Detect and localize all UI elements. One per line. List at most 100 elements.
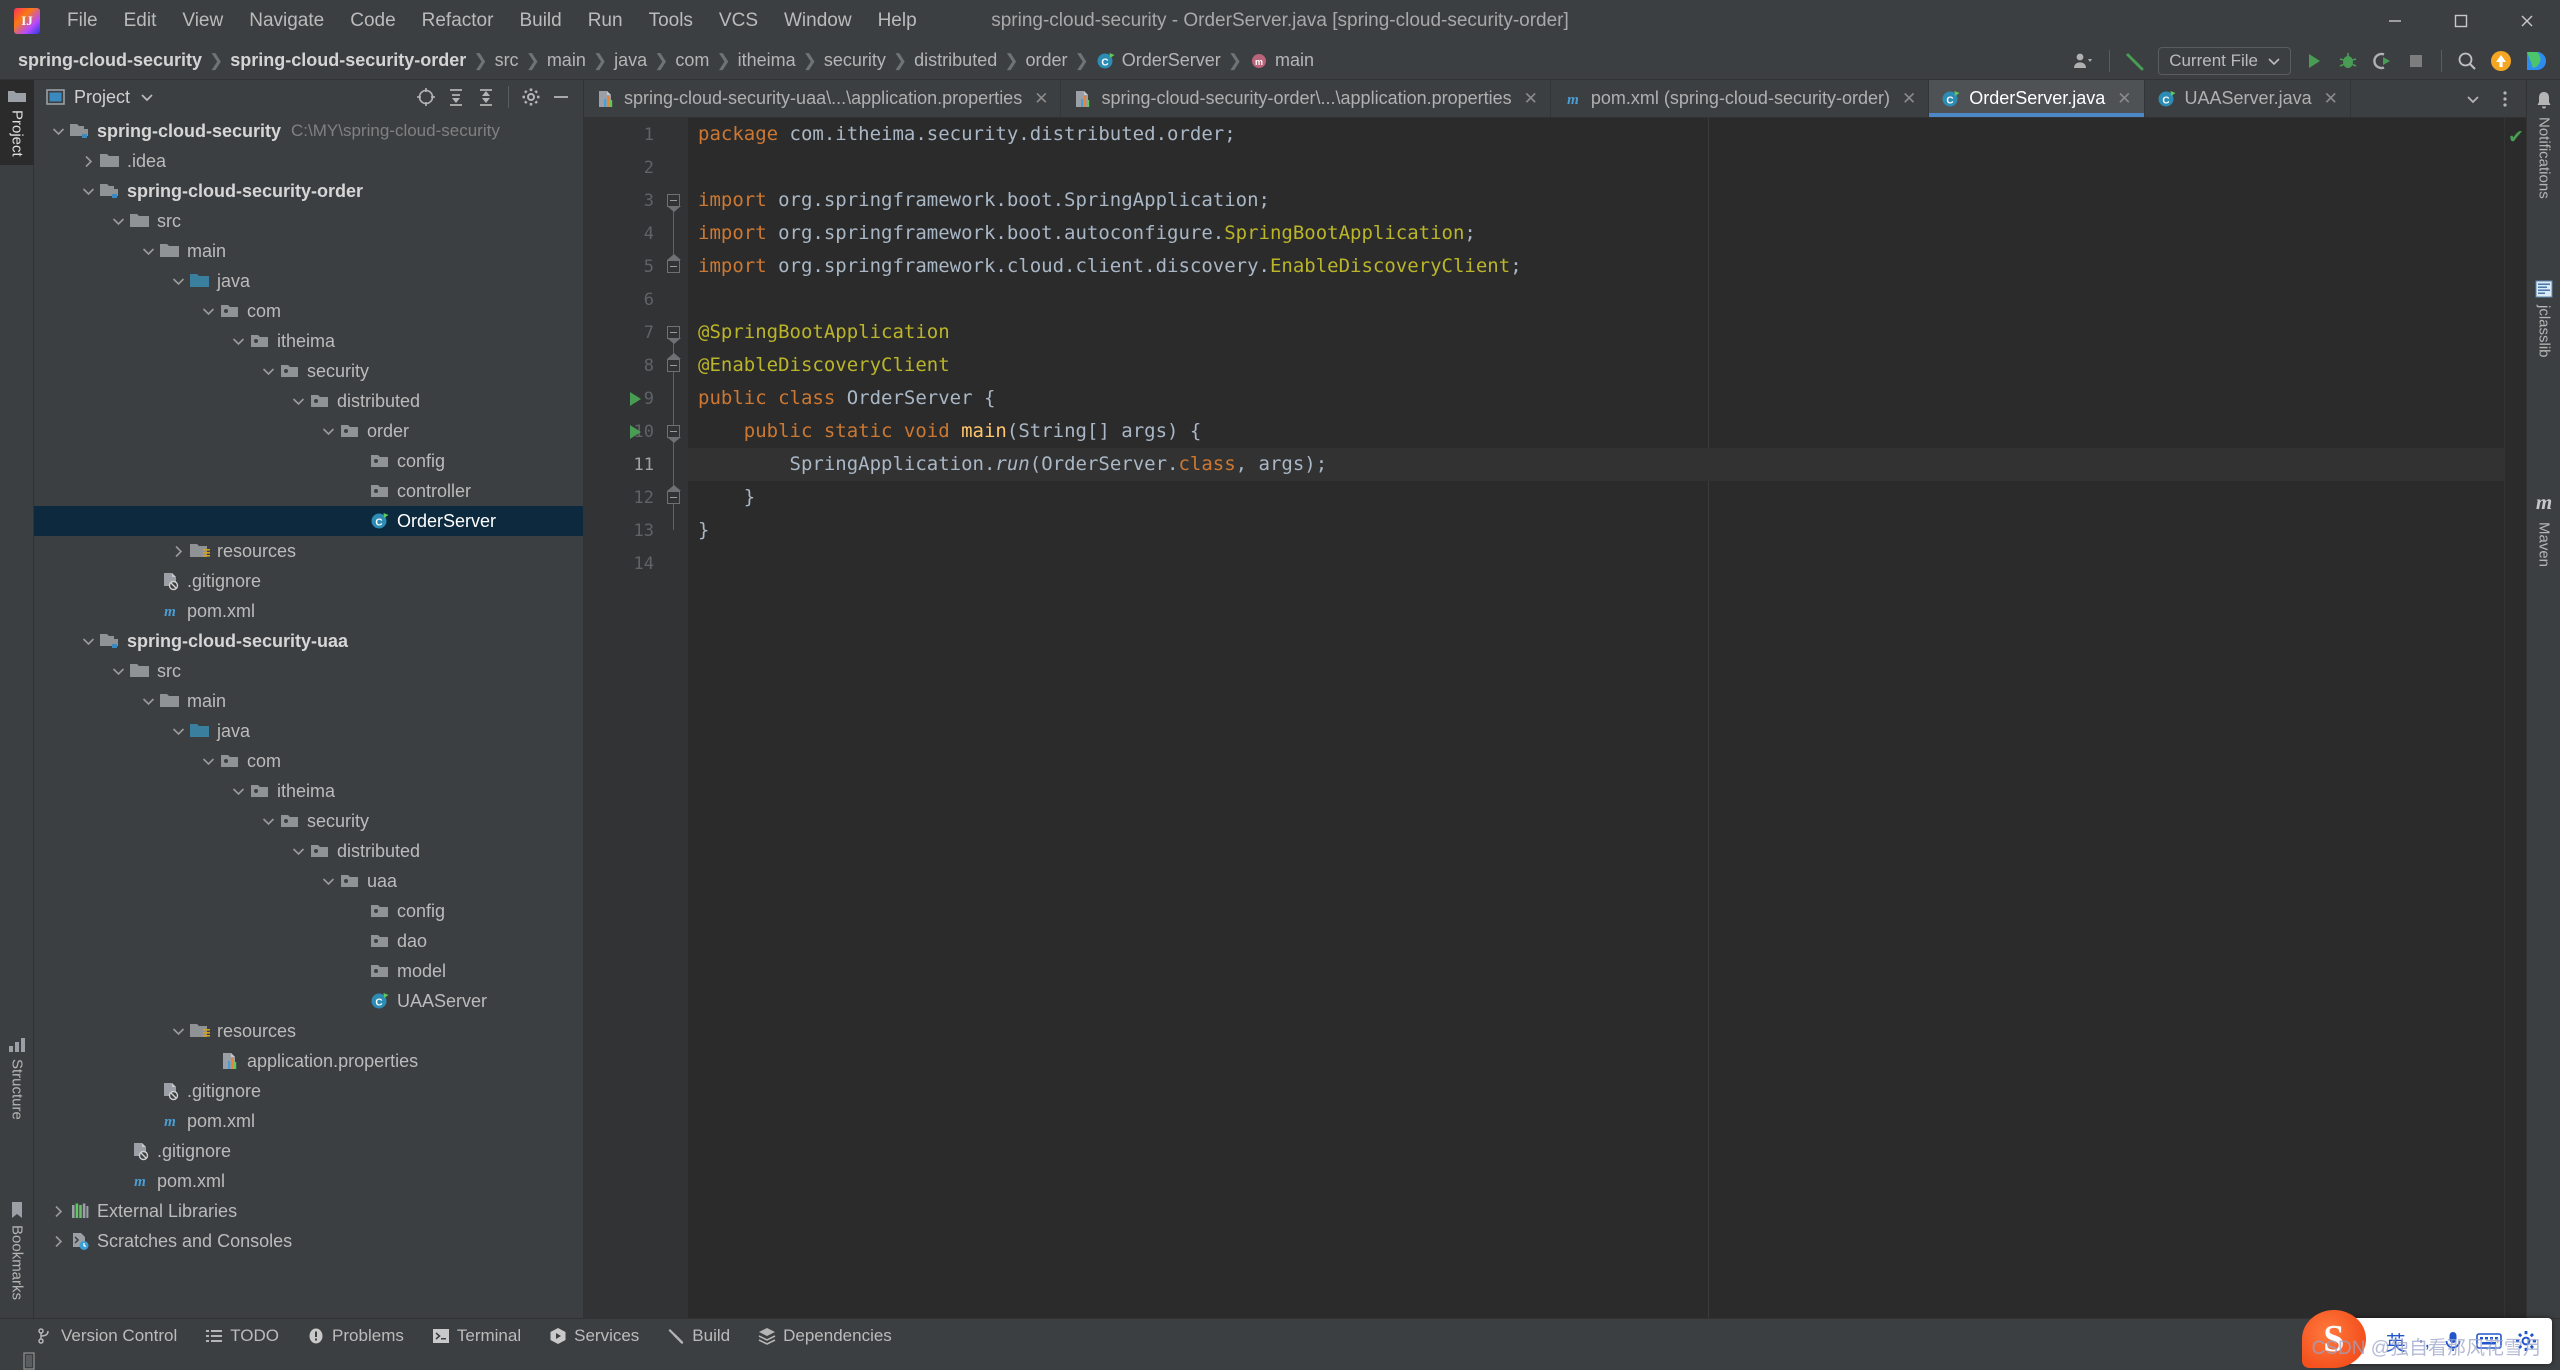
menu-view[interactable]: View	[169, 5, 236, 38]
tree-item-application-properties[interactable]: application.properties	[34, 1046, 583, 1076]
breadcrumb-item-com[interactable]: com	[671, 48, 713, 73]
ime-mode-label[interactable]: 英	[2386, 1327, 2406, 1356]
tree-item-resources[interactable]: resources	[34, 536, 583, 566]
close-tab-icon[interactable]: ✕	[1524, 89, 1538, 109]
close-button[interactable]	[2494, 0, 2560, 42]
tree-item-java[interactable]: java	[34, 716, 583, 746]
run-gutter-icon[interactable]	[630, 392, 641, 406]
keyboard-icon[interactable]	[2476, 1331, 2502, 1351]
code-line[interactable]	[698, 283, 2504, 316]
chevron-down-icon[interactable]	[318, 877, 338, 886]
tree-item-config[interactable]: config	[34, 446, 583, 476]
chevron-down-icon[interactable]	[168, 1027, 188, 1036]
breadcrumb-item-spring-cloud-security-order[interactable]: spring-cloud-security-order	[226, 48, 470, 73]
status-tool-build[interactable]: Build	[655, 1323, 742, 1349]
menu-edit[interactable]: Edit	[111, 5, 170, 38]
menu-navigate[interactable]: Navigate	[236, 5, 337, 38]
tree-item-java[interactable]: java	[34, 266, 583, 296]
tree-item-itheima[interactable]: itheima	[34, 776, 583, 806]
search-everywhere-icon[interactable]	[2452, 46, 2482, 76]
code-line[interactable]: }	[698, 481, 2504, 514]
project-tree[interactable]: spring-cloud-security C:\MY\spring-cloud-…	[34, 114, 583, 1318]
chevron-down-icon[interactable]	[2458, 84, 2488, 114]
chevron-down-icon[interactable]	[168, 727, 188, 736]
run-icon[interactable]	[2299, 46, 2329, 76]
tree-item--gitignore[interactable]: .gitignore	[34, 566, 583, 596]
breadcrumb-item-main[interactable]: m main	[1245, 48, 1318, 73]
tree-item--idea[interactable]: .idea	[34, 146, 583, 176]
run-configuration-selector[interactable]: Current File	[2158, 46, 2291, 75]
select-opened-file-icon[interactable]	[412, 83, 440, 111]
chevron-down-icon[interactable]	[288, 847, 308, 856]
code-line[interactable]: @SpringBootApplication	[698, 316, 2504, 349]
tree-item-model[interactable]: model	[34, 956, 583, 986]
chevron-down-icon[interactable]	[78, 187, 98, 196]
tree-item-com[interactable]: com	[34, 746, 583, 776]
chevron-down-icon[interactable]	[140, 92, 154, 102]
close-tab-icon[interactable]: ✕	[2324, 89, 2338, 109]
tree-item-scratches-and-consoles[interactable]: Scratches and Consoles	[34, 1226, 583, 1256]
tree-item-main[interactable]: main	[34, 686, 583, 716]
sidebar-item-jclasslib[interactable]: jclasslib	[2527, 270, 2560, 368]
breadcrumb-item-main[interactable]: main	[543, 48, 590, 73]
chevron-down-icon[interactable]	[48, 127, 68, 136]
code-text[interactable]: package com.itheima.security.distributed…	[688, 118, 2504, 1318]
tree-item-spring-cloud-security-order[interactable]: spring-cloud-security-order	[34, 176, 583, 206]
tree-item-orderserver[interactable]: C OrderServer	[34, 506, 583, 536]
stop-icon[interactable]	[2401, 46, 2431, 76]
editor-tab-orderserver-java[interactable]: C OrderServer.java ✕	[1929, 80, 2145, 117]
status-tool-terminal[interactable]: Terminal	[420, 1323, 533, 1349]
menu-code[interactable]: Code	[337, 5, 408, 38]
collapse-all-icon[interactable]	[472, 83, 500, 111]
status-tool-problems[interactable]: Problems	[295, 1323, 416, 1349]
tree-item-uaa[interactable]: uaa	[34, 866, 583, 896]
chevron-down-icon[interactable]	[318, 427, 338, 436]
breadcrumb-item-distributed[interactable]: distributed	[910, 48, 1001, 73]
tree-item-src[interactable]: src	[34, 206, 583, 236]
tree-item-order[interactable]: order	[34, 416, 583, 446]
run-with-coverage-icon[interactable]	[2367, 46, 2397, 76]
code-fold-toggle-icon[interactable]	[667, 254, 681, 273]
chevron-down-icon[interactable]	[108, 667, 128, 676]
code-fold-toggle-icon[interactable]	[667, 194, 681, 212]
tree-item-distributed[interactable]: distributed	[34, 386, 583, 416]
tree-item--gitignore[interactable]: .gitignore	[34, 1076, 583, 1106]
user-icon[interactable]	[2069, 46, 2099, 76]
tree-item-distributed[interactable]: distributed	[34, 836, 583, 866]
code-line[interactable]: SpringApplication.run(OrderServer.class,…	[698, 448, 2504, 481]
tree-item-com[interactable]: com	[34, 296, 583, 326]
tree-item-security[interactable]: security	[34, 806, 583, 836]
code-line[interactable]: }	[698, 514, 2504, 547]
microphone-icon[interactable]	[2442, 1329, 2464, 1353]
menu-build[interactable]: Build	[506, 5, 574, 38]
menu-help[interactable]: Help	[865, 5, 930, 38]
chevron-down-icon[interactable]	[138, 697, 158, 706]
chevron-down-icon[interactable]	[288, 397, 308, 406]
breadcrumb-item-spring-cloud-security[interactable]: spring-cloud-security	[14, 48, 206, 73]
code-line[interactable]: import org.springframework.boot.SpringAp…	[698, 184, 2504, 217]
close-tab-icon[interactable]: ✕	[1902, 89, 1916, 109]
sidebar-item-bookmarks[interactable]: Bookmarks	[0, 1193, 34, 1308]
chevron-down-icon[interactable]	[228, 787, 248, 796]
editor-tab-spring-cloud-security-order-application-prope[interactable]: spring-cloud-security-order\...\applicat…	[1061, 80, 1551, 117]
tree-item-controller[interactable]: controller	[34, 476, 583, 506]
tree-item--gitignore[interactable]: .gitignore	[34, 1136, 583, 1166]
status-tool-services[interactable]: Services	[537, 1323, 651, 1349]
breadcrumb-item-order[interactable]: order	[1021, 48, 1071, 73]
error-stripe-marker[interactable]: ✔	[2504, 118, 2526, 1318]
code-line[interactable]: import org.springframework.boot.autoconf…	[698, 217, 2504, 250]
code-line[interactable]: public class OrderServer {	[698, 382, 2504, 415]
tree-item-resources[interactable]: resources	[34, 1016, 583, 1046]
editor-tab-spring-cloud-security-uaa-application-propert[interactable]: spring-cloud-security-uaa\...\applicatio…	[584, 80, 1062, 117]
code-line[interactable]	[698, 547, 2504, 580]
menu-tools[interactable]: Tools	[636, 5, 706, 38]
editor-tab-pom-xml-spring-cloud-security-order-[interactable]: m pom.xml (spring-cloud-security-order) ✕	[1551, 80, 1930, 117]
breadcrumb-item-itheima[interactable]: itheima	[734, 48, 800, 73]
code-fold-toggle-icon[interactable]	[667, 485, 681, 504]
chevron-down-icon[interactable]	[108, 217, 128, 226]
chevron-down-icon[interactable]	[138, 247, 158, 256]
chevron-right-icon[interactable]	[78, 155, 98, 168]
tree-item-uaaserver[interactable]: C UAAServer	[34, 986, 583, 1016]
chevron-down-icon[interactable]	[168, 277, 188, 286]
tree-item-security[interactable]: security	[34, 356, 583, 386]
